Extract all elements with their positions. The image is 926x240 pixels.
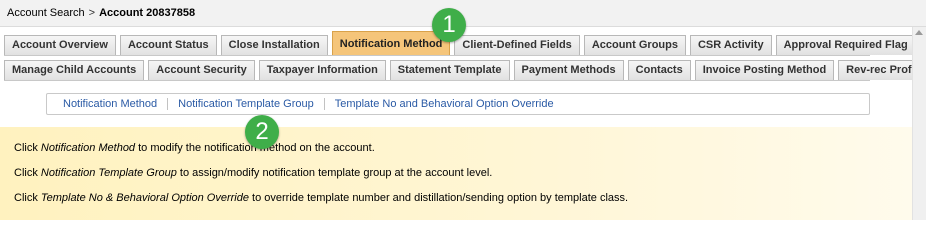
instruction-text: Click — [14, 167, 41, 179]
tab-close-installation[interactable]: Close Installation — [220, 35, 328, 55]
instruction-text: Click — [14, 142, 41, 154]
tab-statement-template[interactable]: Statement Template — [389, 60, 510, 80]
subnav-divider — [167, 98, 169, 110]
step-badge-2: 2 — [245, 115, 279, 149]
instructions-panel: Click Notification Method to modify the … — [0, 127, 912, 220]
tab-row-1: Account Overview Account Status Close In… — [4, 31, 920, 56]
instruction-text: to override template number and distilla… — [248, 192, 629, 204]
tab-account-overview[interactable]: Account Overview — [4, 35, 116, 55]
breadcrumb-account-search-link[interactable]: Account Search — [7, 7, 85, 19]
breadcrumb-separator: > — [88, 7, 96, 19]
instruction-line: Click Notification Method to modify the … — [14, 142, 912, 154]
tab-manage-child-accounts[interactable]: Manage Child Accounts — [4, 60, 145, 80]
instruction-text: Click — [14, 192, 41, 204]
tab-client-defined-fields[interactable]: Client-Defined Fields — [454, 35, 580, 55]
tab-row-1-divider — [4, 55, 870, 56]
tab-taxpayer-information[interactable]: Taxpayer Information — [258, 60, 386, 80]
tab-account-groups[interactable]: Account Groups — [583, 35, 686, 55]
step-badge-1: 1 — [432, 8, 466, 42]
tab-csr-activity[interactable]: CSR Activity — [689, 35, 772, 55]
subnav-template-override-link[interactable]: Template No and Behavioral Option Overri… — [335, 98, 554, 110]
subnav-notification-method-link[interactable]: Notification Method — [63, 98, 157, 110]
tab-row-2-divider — [4, 80, 870, 81]
instruction-text: to assign/modify notification template g… — [176, 167, 493, 179]
vertical-scrollbar[interactable] — [912, 27, 926, 220]
instruction-emphasis: Notification Method — [40, 142, 136, 154]
breadcrumb-current-account: Account 20837858 — [99, 7, 196, 19]
subnav-divider — [323, 98, 325, 110]
instruction-emphasis: Template No & Behavioral Option Override — [40, 192, 249, 204]
tab-contacts[interactable]: Contacts — [627, 60, 691, 80]
tab-row-2: Manage Child Accounts Account Security T… — [4, 60, 926, 80]
tab-account-security[interactable]: Account Security — [148, 60, 255, 80]
sub-navigation: Notification Method Notification Templat… — [46, 93, 870, 115]
tab-invoice-posting-method[interactable]: Invoice Posting Method — [694, 60, 835, 80]
tab-account-status[interactable]: Account Status — [119, 35, 217, 55]
instruction-line: Click Notification Template Group to ass… — [14, 167, 912, 179]
tab-notification-method[interactable]: Notification Method — [331, 31, 451, 56]
instruction-line: Click Template No & Behavioral Option Ov… — [14, 192, 912, 204]
tab-payment-methods[interactable]: Payment Methods — [513, 60, 624, 80]
instruction-emphasis: Notification Template Group — [40, 167, 177, 179]
scroll-up-arrow-icon[interactable] — [915, 30, 923, 35]
subnav-notification-template-group-link[interactable]: Notification Template Group — [178, 98, 314, 110]
tab-approval-required-flag[interactable]: Approval Required Flag — [775, 35, 916, 55]
